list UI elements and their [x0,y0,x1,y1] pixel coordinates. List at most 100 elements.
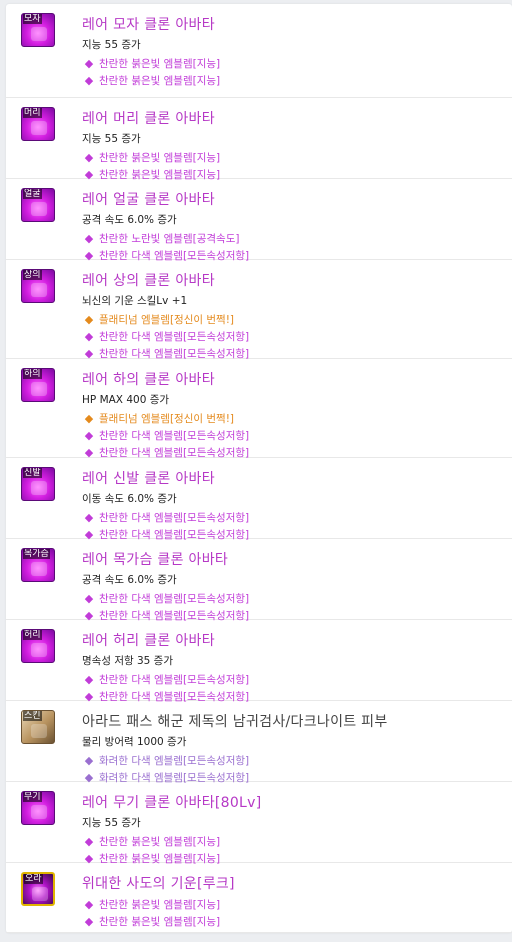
slot-tag: 스킨 [23,711,42,721]
avatar-graphic [31,121,47,135]
emblem-text: 찬란한 다색 엠블렘[모든속성저항] [99,430,250,442]
emblem-text: 플래티넘 엠블렘[정신이 번쩍!] [99,314,234,326]
item-stat: 지능 55 증가 [82,39,141,51]
item-title[interactable]: 레어 하의 클론 아바타 [82,371,215,389]
avatar-item-row[interactable]: 하의 레어 하의 클론 아바타 HP MAX 400 증가 ◆ 플래티넘 엠블렘[정신이… [6,359,512,459]
face-avatar-icon[interactable]: 얼굴 [21,188,55,222]
emblem-text: 찬란한 다색 엠블렘[모든속성저항] [99,593,250,605]
avatar-item-row[interactable]: 얼굴 레어 얼굴 클론 아바타공격 속도 6.0% 증가 ◆ 찬란한 노란빛 엠블렘[… [6,179,512,262]
gem-icon: ◆ [84,429,94,442]
emblem-line: ◆ 찬란한 붉은빛 엠블렘[지능] [82,57,220,71]
item-title[interactable]: 레어 신발 클론 아바타 [82,470,215,488]
avatar-item-row[interactable]: 오라 위대한 사도의 기운[루크] ◆ 찬란한 붉은빛 엠블렘[지능] ◆ 찬란한 붉은빛… [6,863,512,933]
slot-tag: 얼굴 [23,189,42,199]
emblem-line: ◆ 플래티넘 엠블렘[정신이 번쩍!] [82,412,234,426]
gem-icon: ◆ [84,313,94,326]
emblem-text: 찬란한 붉은빛 엠블렘[지능] [99,152,221,164]
item-title[interactable]: 레어 머리 클론 아바타 [82,110,215,128]
item-stat: 명속성 저항 35 증가 [82,655,173,667]
emblem-line: ◆ 찬란한 노란빛 엠블렘[공격속도] [82,232,240,246]
item-title[interactable]: 레어 허리 클론 아바타 [82,632,215,650]
item-title[interactable]: 위대한 사도의 기운[루크] [82,875,235,893]
emblem-text: 찬란한 붉은빛 엠블렘[지능] [99,899,221,911]
emblem-line: ◆ 찬란한 다색 엠블렘[모든속성저항] [82,511,249,525]
emblem-text: 화려한 다색 엠블렘[모든속성저항] [99,755,250,767]
avatar-graphic [31,382,47,396]
gem-icon: ◆ [84,74,94,87]
shoes-avatar-icon[interactable]: 신발 [21,467,55,501]
emblem-line: ◆ 찬란한 붉은빛 엠블렘[지능] [82,835,220,849]
aura-avatar-icon[interactable]: 오라 [21,872,55,906]
emblem-text: 찬란한 붉은빛 엠블렘[지능] [99,75,221,87]
avatar-graphic [31,562,47,576]
item-stat: 이동 속도 6.0% 증가 [82,493,177,505]
emblem-line: ◆ 플래티넘 엠블렘[정신이 번쩍!] [82,313,234,327]
avatar-item-row[interactable]: 상의 레어 상의 클론 아바타뇌신의 기운 스킬Lv +1 ◆ 플래티넘 엠블렘[정신… [6,260,512,360]
gem-icon: ◆ [84,835,94,848]
avatar-item-row[interactable]: 신발 레어 신발 클론 아바타이동 속도 6.0% 증가 ◆ 찬란한 다색 엠블렘[모… [6,458,512,541]
item-title[interactable]: 레어 상의 클론 아바타 [82,272,215,290]
item-title[interactable]: 레어 모자 클론 아바타 [82,16,215,34]
avatar-item-row[interactable]: 무기 레어 무기 클론 아바타[80Lv] 지능 55 증가 ◆ 찬란한 붉은빛 엠블렘… [6,782,512,865]
avatar-item-row[interactable]: 목가슴 레어 목가슴 클론 아바타공격 속도 6.0% 증가 ◆ 찬란한 다색 엠블렘… [6,539,512,622]
emblem-line: ◆ 찬란한 다색 엠블렘[모든속성저항] [82,592,249,606]
item-stat: 지능 55 증가 [82,817,141,829]
item-stat: HP MAX 400 증가 [82,394,170,406]
gem-icon: ◆ [84,592,94,605]
avatar-item-row[interactable]: 스킨 아라드 패스 해군 제독의 남귀검사/다크나이트 피부물리 방어력 1000… [6,701,512,784]
emblem-text: 플래티넘 엠블렘[정신이 번쩍!] [99,413,234,425]
emblem-line: ◆ 찬란한 붉은빛 엠블렘[지능] [82,74,220,88]
avatar-graphic [31,643,47,657]
avatar-graphic [31,283,47,297]
gem-icon: ◆ [84,915,94,928]
skin-avatar-icon[interactable]: 스킨 [21,710,55,744]
slot-tag: 하의 [23,369,42,379]
avatar-graphic [32,887,48,901]
avatar-item-row[interactable]: 머리 레어 머리 클론 아바타 지능 55 증가 ◆ 찬란한 붉은빛 엠블렘[지능] ◆ 찬… [6,98,512,181]
hat-avatar-icon[interactable]: 모자 [21,13,55,47]
hair-avatar-icon[interactable]: 머리 [21,107,55,141]
emblem-text: 찬란한 노란빛 엠블렘[공격속도] [99,233,240,245]
emblem-text: 찬란한 다색 엠블렘[모든속성저항] [99,331,250,343]
avatar-graphic [31,481,47,495]
slot-tag: 상의 [23,270,42,280]
avatar-graphic [31,202,47,216]
item-title[interactable]: 레어 목가슴 클론 아바타 [82,551,228,569]
top-avatar-icon[interactable]: 상의 [21,269,55,303]
slot-tag: 목가슴 [23,549,50,559]
emblem-line: ◆ 화려한 다색 엠블렘[모든속성저항] [82,754,249,768]
gem-icon: ◆ [84,330,94,343]
emblem-text: 찬란한 붉은빛 엠블렘[지능] [99,58,221,70]
neck-avatar-icon[interactable]: 목가슴 [21,548,55,582]
emblem-text: 찬란한 다색 엠블렘[모든속성저항] [99,512,250,524]
item-stat: 공격 속도 6.0% 증가 [82,214,177,226]
item-stat: 뇌신의 기운 스킬Lv +1 [82,295,188,307]
emblem-line: ◆ 찬란한 붉은빛 엠블렘[지능] [82,151,220,165]
item-stat: 공격 속도 6.0% 증가 [82,574,177,586]
emblem-text: 찬란한 붉은빛 엠블렘[지능] [99,836,221,848]
avatar-item-row[interactable]: 허리 레어 허리 클론 아바타명속성 저항 35 증가 ◆ 찬란한 다색 엠블렘[모든… [6,620,512,703]
gem-icon: ◆ [84,898,94,911]
slot-tag: 무기 [23,792,42,802]
slot-tag: 머리 [23,108,42,118]
gem-icon: ◆ [84,754,94,767]
emblem-line: ◆ 찬란한 다색 엠블렘[모든속성저항] [82,673,249,687]
gem-icon: ◆ [84,673,94,686]
avatar-graphic [31,724,47,738]
item-title[interactable]: 아라드 패스 해군 제독의 남귀검사/다크나이트 피부 [82,713,388,731]
avatar-item-row[interactable]: 모자 레어 모자 클론 아바타 지능 55 증가 ◆ 찬란한 붉은빛 엠블렘[지능] ◆ 찬… [6,4,512,98]
emblem-text: 찬란한 붉은빛 엠블렘[지능] [99,916,221,928]
item-title[interactable]: 레어 얼굴 클론 아바타 [82,191,215,209]
weapon-avatar-icon[interactable]: 무기 [21,791,55,825]
emblem-line: ◆ 찬란한 붉은빛 엠블렘[지능] [82,915,220,929]
item-title[interactable]: 레어 무기 클론 아바타[80Lv] [82,794,262,812]
avatar-list-panel: 모자 레어 모자 클론 아바타 지능 55 증가 ◆ 찬란한 붉은빛 엠블렘[지능] ◆ 찬… [6,4,512,933]
gem-icon: ◆ [84,511,94,524]
avatar-graphic [31,805,47,819]
belt-avatar-icon[interactable]: 허리 [21,629,55,663]
gem-icon: ◆ [84,151,94,164]
bottom-avatar-icon[interactable]: 하의 [21,368,55,402]
item-stat: 물리 방어력 1000 증가 [82,736,187,748]
emblem-line: ◆ 찬란한 다색 엠블렘[모든속성저항] [82,330,249,344]
slot-tag: 허리 [23,630,42,640]
